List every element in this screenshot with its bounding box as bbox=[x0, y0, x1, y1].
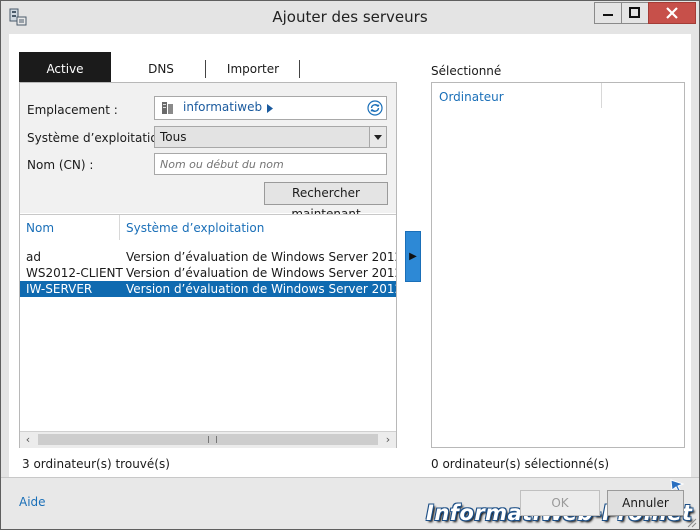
chevron-right-icon[interactable] bbox=[267, 104, 273, 113]
location-value: informatiweb bbox=[183, 100, 263, 114]
tab-active-directory[interactable]: Active Directory bbox=[19, 52, 111, 110]
column-divider bbox=[119, 215, 120, 240]
row-name: IW-SERVER bbox=[26, 282, 93, 296]
search-now-button[interactable]: Rechercher maintenant bbox=[264, 182, 388, 221]
location-label: Emplacement : bbox=[27, 103, 118, 117]
cancel-button[interactable]: Annuler bbox=[607, 490, 684, 516]
table-row[interactable]: ad Version d’évaluation de Windows Serve… bbox=[20, 249, 396, 265]
add-servers-dialog: Ajouter des serveurs Active Directory DN… bbox=[0, 0, 700, 530]
column-header-name[interactable]: Nom bbox=[26, 221, 54, 235]
tab-dns[interactable]: DNS bbox=[117, 52, 205, 82]
column-header-os[interactable]: Système d’exploitation bbox=[126, 221, 264, 235]
os-dropdown-value: Tous bbox=[160, 130, 187, 144]
domain-icon bbox=[162, 102, 173, 114]
name-label: Nom (CN) : bbox=[27, 158, 94, 172]
os-dropdown[interactable]: Tous bbox=[154, 126, 387, 148]
found-count: 3 ordinateur(s) trouvé(s) bbox=[22, 457, 170, 471]
dialog-footer: Aide InformatiWeb-Pro.net OK Annuler bbox=[1, 477, 699, 529]
row-os: Version d’évaluation de Windows Server 2… bbox=[126, 250, 396, 264]
tab-importer[interactable]: Importer bbox=[207, 52, 299, 82]
selected-count: 0 ordinateur(s) sélectionné(s) bbox=[431, 457, 610, 471]
location-field[interactable]: informatiweb bbox=[154, 96, 387, 120]
scrollbar-grip bbox=[208, 436, 217, 443]
maximize-button[interactable] bbox=[621, 2, 649, 24]
refresh-icon[interactable] bbox=[367, 100, 383, 116]
name-input[interactable] bbox=[154, 153, 387, 175]
arrow-right-icon: ▶ bbox=[409, 251, 417, 262]
minimize-button[interactable] bbox=[594, 2, 622, 24]
table-row-selected[interactable]: IW-SERVER Version d’évaluation de Window… bbox=[20, 281, 396, 297]
add-to-selection-button[interactable]: ▶ bbox=[405, 231, 421, 282]
column-divider bbox=[601, 83, 602, 108]
row-os: Version d’évaluation de Windows Server 2… bbox=[126, 282, 396, 296]
row-name: ad bbox=[26, 250, 41, 264]
selected-list: Ordinateur bbox=[431, 82, 685, 448]
ok-button[interactable]: OK bbox=[520, 490, 600, 516]
close-button[interactable] bbox=[648, 2, 696, 24]
search-panel: Emplacement : informatiweb Système d’exp… bbox=[19, 82, 397, 448]
os-dropdown-button[interactable] bbox=[369, 127, 386, 147]
results-grid: Nom Système d’exploitation ad Version d’… bbox=[20, 214, 396, 448]
scrollbar-thumb[interactable] bbox=[38, 434, 378, 445]
tab-divider bbox=[299, 60, 300, 78]
dialog-content: Active Directory DNS Importer Emplacemen… bbox=[9, 34, 691, 477]
title-bar: Ajouter des serveurs bbox=[1, 1, 699, 34]
maximize-icon bbox=[629, 7, 640, 18]
close-icon bbox=[666, 7, 678, 19]
horizontal-scrollbar[interactable]: ‹ › bbox=[20, 431, 396, 448]
chevron-down-icon bbox=[374, 135, 382, 140]
os-label: Système d’exploitation : bbox=[27, 131, 174, 145]
selected-label: Sélectionné bbox=[431, 64, 502, 78]
column-header-computer[interactable]: Ordinateur bbox=[439, 90, 504, 104]
help-link[interactable]: Aide bbox=[19, 495, 46, 509]
row-os: Version d’évaluation de Windows Server 2… bbox=[126, 266, 396, 280]
search-form: Emplacement : informatiweb Système d’exp… bbox=[20, 83, 396, 221]
resize-grip-icon[interactable] bbox=[687, 518, 697, 528]
scroll-left-icon[interactable]: ‹ bbox=[20, 432, 36, 447]
minimize-icon bbox=[603, 14, 613, 16]
scroll-right-icon[interactable]: › bbox=[380, 432, 396, 447]
table-row[interactable]: WS2012-CLIENT Version d’évaluation de Wi… bbox=[20, 265, 396, 281]
tab-divider bbox=[205, 60, 206, 78]
row-name: WS2012-CLIENT bbox=[26, 266, 123, 280]
